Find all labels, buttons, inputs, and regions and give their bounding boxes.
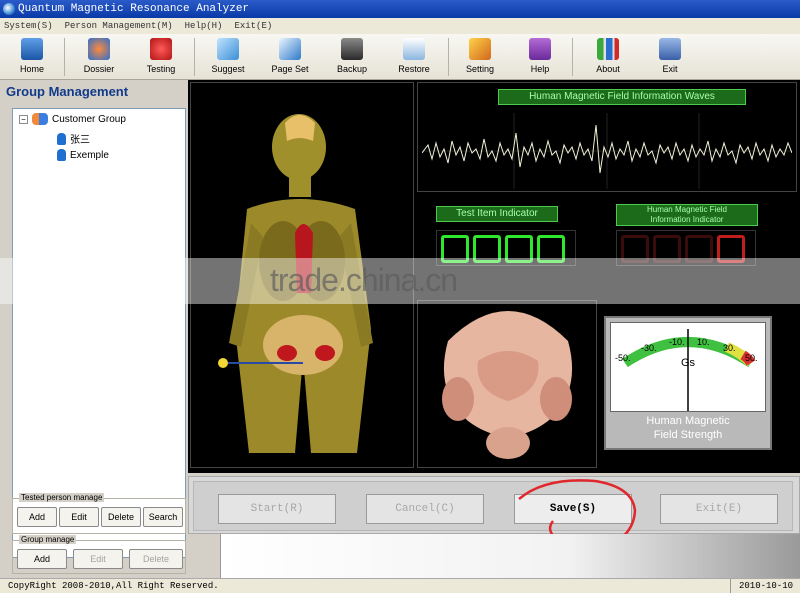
start-button[interactable]: Start(R) bbox=[218, 494, 336, 524]
title-bar: Quantum Magnetic Resonance Analyzer bbox=[0, 0, 800, 18]
gauge-caption: Human Magnetic Field Strength bbox=[646, 415, 730, 441]
test-item-indicator-title: Test Item Indicator bbox=[436, 206, 558, 222]
toolbar-about-button[interactable]: About bbox=[584, 36, 632, 78]
person-icon bbox=[57, 149, 66, 161]
testing-icon bbox=[150, 38, 172, 60]
tested-delete-button[interactable]: Delete bbox=[101, 507, 141, 527]
copyright-text: CopyRight 2008-2010,All Right Reserved. bbox=[8, 581, 219, 591]
group-management-panel: Group Management − Customer Group 张三 Exe… bbox=[0, 80, 190, 577]
tree-person[interactable]: 张三 bbox=[57, 131, 90, 146]
action-bar-inner: Start(R) Cancel(C) Save(S) Exit(E) bbox=[193, 481, 793, 531]
group-add-button[interactable]: Add bbox=[17, 549, 67, 569]
group-delete-button[interactable]: Delete bbox=[129, 549, 183, 569]
toolbar-page-set-button[interactable]: Page Set bbox=[266, 36, 314, 78]
restore-icon bbox=[403, 38, 425, 60]
backup-icon bbox=[341, 38, 363, 60]
gauge-face: -50. -30. -10. 10. 30. 50. Gs bbox=[610, 322, 766, 412]
group-manage-group: Group manage Add Edit Delete bbox=[12, 535, 186, 574]
wave-title: Human Magnetic Field Information Waves bbox=[498, 89, 746, 105]
gauge-tick: -50. bbox=[615, 353, 631, 363]
toolbar-separator bbox=[194, 38, 195, 76]
wave-graph bbox=[422, 113, 792, 189]
tree-group-customer[interactable]: − Customer Group bbox=[19, 113, 126, 125]
background-strip bbox=[220, 534, 800, 578]
tested-person-manage-group: Tested person manage Add Edit Delete Sea… bbox=[12, 493, 186, 534]
gauge-tick: 10. bbox=[697, 337, 710, 347]
toolbar-home-button[interactable]: Home bbox=[8, 36, 56, 78]
tested-search-button[interactable]: Search bbox=[143, 507, 183, 527]
dossier-icon bbox=[88, 38, 110, 60]
watermark-text: trade.china.cn bbox=[270, 262, 458, 298]
cancel-button[interactable]: Cancel(C) bbox=[366, 494, 484, 524]
window-title: Quantum Magnetic Resonance Analyzer bbox=[18, 3, 250, 15]
suggest-icon bbox=[217, 38, 239, 60]
home-icon bbox=[21, 38, 43, 60]
status-bar: CopyRight 2008-2010,All Right Reserved. … bbox=[0, 578, 800, 593]
gauge-tick: 50. bbox=[745, 353, 758, 363]
setting-icon bbox=[469, 38, 491, 60]
gauge-tick: -30. bbox=[641, 343, 657, 353]
tested-edit-button[interactable]: Edit bbox=[59, 507, 99, 527]
exit-button[interactable]: Exit(E) bbox=[660, 494, 778, 524]
page-set-icon bbox=[279, 38, 301, 60]
about-icon bbox=[597, 38, 619, 60]
group-icon bbox=[32, 113, 48, 125]
collapse-icon[interactable]: − bbox=[19, 114, 28, 124]
group-management-title: Group Management bbox=[6, 84, 129, 99]
app-icon bbox=[3, 3, 15, 15]
exit-icon bbox=[659, 38, 681, 60]
group-edit-button[interactable]: Edit bbox=[73, 549, 123, 569]
action-bar: Start(R) Cancel(C) Save(S) Exit(E) bbox=[188, 476, 800, 551]
status-date: 2010-10-10 bbox=[730, 579, 793, 593]
gauge-tick: 30. bbox=[723, 343, 736, 353]
help-icon bbox=[529, 38, 551, 60]
toolbar-restore-button[interactable]: Restore bbox=[390, 36, 438, 78]
field-info-indicator-title: Human Magnetic Field Information Indicat… bbox=[616, 204, 758, 226]
menu-bar: System(S) Person Management(M) Help(H) E… bbox=[0, 18, 800, 34]
toolbar: Home Dossier Testing Suggest Page Set Ba… bbox=[0, 34, 800, 80]
magnetic-wave-panel: Human Magnetic Field Information Waves bbox=[417, 82, 797, 192]
menu-system[interactable]: System(S) bbox=[4, 18, 53, 34]
toolbar-testing-button[interactable]: Testing bbox=[136, 36, 186, 78]
toolbar-backup-button[interactable]: Backup bbox=[328, 36, 376, 78]
menu-exit[interactable]: Exit(E) bbox=[234, 18, 272, 34]
organ-image bbox=[417, 300, 597, 468]
watermark-band: trade.china.cn bbox=[0, 258, 800, 304]
menu-help[interactable]: Help(H) bbox=[185, 18, 223, 34]
tree-person[interactable]: Exemple bbox=[57, 149, 109, 161]
toolbar-separator bbox=[448, 38, 449, 76]
toolbar-suggest-button[interactable]: Suggest bbox=[204, 36, 252, 78]
field-strength-gauge: -50. -30. -10. 10. 30. 50. Gs Human Magn… bbox=[604, 316, 772, 450]
toolbar-setting-button[interactable]: Setting bbox=[456, 36, 504, 78]
toolbar-dossier-button[interactable]: Dossier bbox=[74, 36, 124, 78]
gauge-unit: Gs bbox=[681, 357, 696, 369]
gauge-tick: -10. bbox=[669, 337, 685, 347]
menu-person-management[interactable]: Person Management(M) bbox=[65, 18, 173, 34]
toolbar-separator bbox=[572, 38, 573, 76]
toolbar-help-button[interactable]: Help bbox=[516, 36, 564, 78]
toolbar-exit-button[interactable]: Exit bbox=[646, 36, 694, 78]
customer-tree: − Customer Group 张三 Exemple bbox=[12, 108, 186, 558]
person-icon bbox=[57, 132, 66, 145]
toolbar-separator bbox=[64, 38, 65, 76]
tested-add-button[interactable]: Add bbox=[17, 507, 57, 527]
